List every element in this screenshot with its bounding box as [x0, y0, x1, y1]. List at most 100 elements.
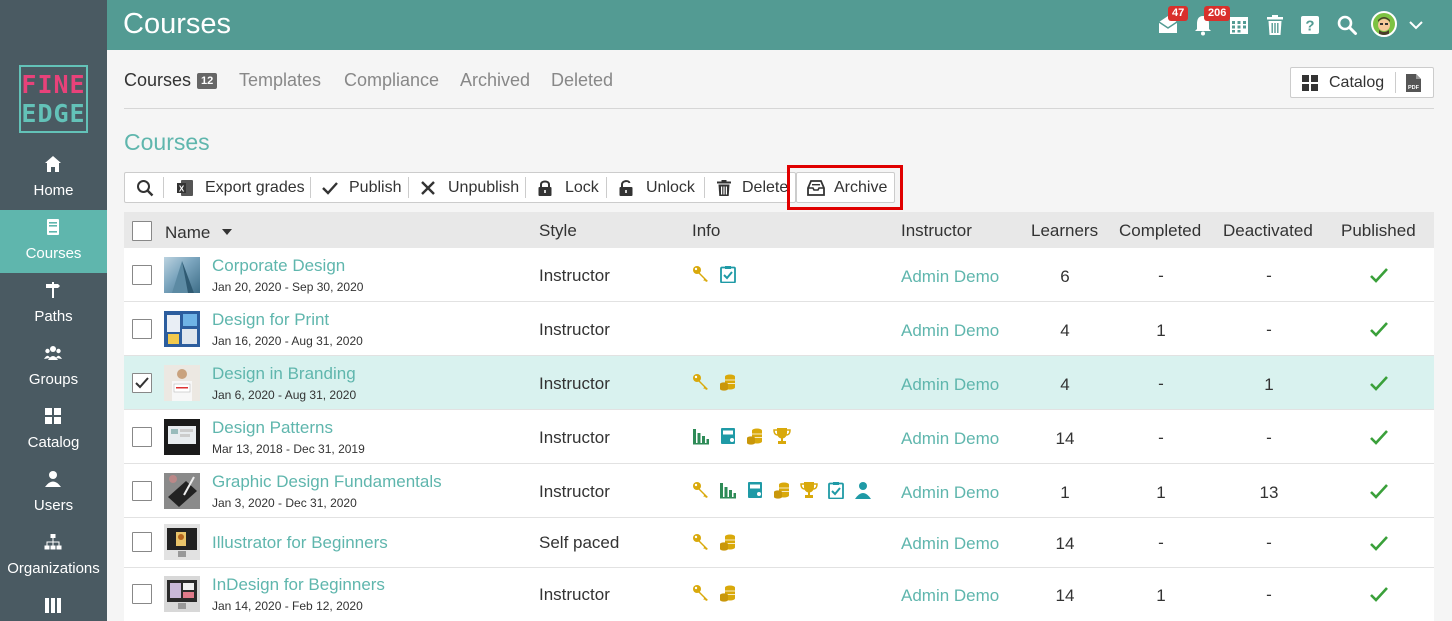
- published-check-icon: [1370, 484, 1388, 499]
- table-row[interactable]: Illustrator for Beginners Self paced Adm…: [124, 518, 1434, 568]
- course-thumbnail[interactable]: [164, 576, 200, 612]
- book-icon: [47, 219, 59, 235]
- sidebar-item-courses[interactable]: Courses: [0, 210, 107, 273]
- publish-button[interactable]: Publish: [312, 173, 408, 202]
- table-row[interactable]: Corporate Design Jan 20, 2020 - Sep 30, …: [124, 248, 1434, 302]
- tab-archived[interactable]: Archived: [460, 70, 530, 91]
- row-checkbox[interactable]: [132, 319, 152, 339]
- info-column-header[interactable]: Info: [692, 221, 720, 241]
- instructor-link[interactable]: Admin Demo: [901, 375, 999, 395]
- deactivated-column-header[interactable]: Deactivated: [1223, 221, 1313, 241]
- sidebar-item-more[interactable]: [0, 588, 107, 621]
- building-image-icon: [172, 261, 194, 293]
- export-grades-button[interactable]: X Export grades: [165, 173, 310, 202]
- instructor-link[interactable]: Admin Demo: [901, 586, 999, 606]
- lock-icon: [538, 180, 552, 196]
- published-column-header[interactable]: Published: [1341, 221, 1416, 241]
- course-thumbnail[interactable]: [164, 365, 200, 401]
- table-row[interactable]: Graphic Design Fundamentals Jan 3, 2020 …: [124, 464, 1434, 518]
- learners-count: 1: [1060, 483, 1070, 502]
- pdf-icon[interactable]: PDF: [1405, 73, 1422, 93]
- learners-count: 4: [1060, 321, 1070, 340]
- tab-deleted[interactable]: Deleted: [551, 70, 613, 91]
- learners-count: 14: [1055, 534, 1075, 553]
- avatar[interactable]: [1371, 11, 1397, 37]
- delete-button[interactable]: Delete: [706, 173, 796, 202]
- sidebar-item-home[interactable]: Home: [0, 147, 107, 210]
- divider: [163, 177, 164, 198]
- table-row[interactable]: Design for Print Jan 16, 2020 - Aug 31, …: [124, 302, 1434, 356]
- row-checkbox[interactable]: [132, 532, 152, 552]
- row-checkbox[interactable]: [132, 427, 152, 447]
- fine-edge-logo[interactable]: FINE EDGE: [19, 65, 88, 133]
- tab-courses[interactable]: Courses 12: [124, 70, 218, 91]
- instructor-link[interactable]: Admin Demo: [901, 267, 999, 287]
- row-checkbox[interactable]: [132, 481, 152, 501]
- select-all-checkbox[interactable]: [132, 221, 152, 241]
- row-checkbox[interactable]: [132, 265, 152, 285]
- deactivated-count: -: [1266, 266, 1272, 285]
- bar-chart-icon: [693, 429, 709, 445]
- sidebar-item-catalog[interactable]: Catalog: [0, 399, 107, 462]
- help-icon[interactable]: ?: [1299, 14, 1321, 36]
- catalog-button[interactable]: Catalog PDF: [1290, 67, 1434, 98]
- bar-chart-icon: [720, 483, 736, 499]
- course-name-link[interactable]: InDesign for Beginners: [212, 575, 385, 595]
- sidebar: FINE EDGE Home Courses Paths Groups Cata…: [0, 0, 107, 621]
- instructor-link[interactable]: Admin Demo: [901, 483, 999, 503]
- instructor-link[interactable]: Admin Demo: [901, 534, 999, 554]
- sidebar-item-organizations[interactable]: Organizations: [0, 525, 107, 588]
- grid-icon: [1302, 75, 1318, 91]
- learners-column-header[interactable]: Learners: [1031, 221, 1098, 241]
- chevron-down-icon[interactable]: [1407, 16, 1425, 34]
- coins-icon: [747, 428, 762, 445]
- row-checkbox[interactable]: [132, 373, 152, 393]
- coins-icon: [774, 482, 789, 499]
- tab-compliance[interactable]: Compliance: [344, 70, 439, 91]
- unpublish-button[interactable]: Unpublish: [410, 173, 525, 202]
- sidebar-item-groups[interactable]: Groups: [0, 336, 107, 399]
- calendar-icon[interactable]: [1228, 14, 1250, 36]
- trash-icon[interactable]: [1264, 14, 1286, 36]
- instructor-link[interactable]: Admin Demo: [901, 321, 999, 341]
- sidebar-item-users[interactable]: Users: [0, 462, 107, 525]
- key-icon: [693, 534, 708, 550]
- name-column-header[interactable]: Name: [165, 223, 232, 243]
- course-name-link[interactable]: Graphic Design Fundamentals: [212, 472, 442, 492]
- instructor-link[interactable]: Admin Demo: [901, 429, 999, 449]
- course-thumbnail[interactable]: [164, 473, 200, 509]
- style-column-header[interactable]: Style: [539, 221, 577, 241]
- completed-count: 1: [1156, 321, 1166, 340]
- catalog-button-label: Catalog: [1329, 74, 1385, 91]
- deactivated-count: 13: [1259, 483, 1279, 502]
- unlock-button[interactable]: Unlock: [608, 173, 704, 202]
- search-button[interactable]: [125, 173, 161, 202]
- svg-text:PDF: PDF: [1408, 85, 1420, 91]
- course-name-link[interactable]: Design in Branding: [212, 364, 356, 384]
- course-thumbnail[interactable]: [164, 257, 200, 293]
- course-thumbnail[interactable]: [164, 524, 200, 560]
- row-checkbox[interactable]: [132, 584, 152, 604]
- course-name-link[interactable]: Design for Print: [212, 310, 329, 330]
- lock-button[interactable]: Lock: [527, 173, 606, 202]
- home-icon: [45, 156, 61, 172]
- tab-templates[interactable]: Templates: [239, 70, 321, 91]
- instructor-column-header[interactable]: Instructor: [901, 221, 972, 241]
- bulk-actions-toolbar: X Export grades Publish Unpublish Lock U…: [124, 172, 796, 203]
- search-icon: [137, 180, 154, 197]
- publish-label: Publish: [349, 179, 402, 196]
- sidebar-item-paths[interactable]: Paths: [0, 273, 107, 336]
- course-name-link[interactable]: Illustrator for Beginners: [212, 533, 388, 553]
- course-name-link[interactable]: Corporate Design: [212, 256, 345, 276]
- course-thumbnail[interactable]: [164, 311, 200, 347]
- svg-text:?: ?: [1305, 18, 1314, 35]
- sort-down-icon: [222, 229, 232, 235]
- search-icon[interactable]: [1336, 14, 1358, 36]
- completed-column-header[interactable]: Completed: [1119, 221, 1201, 241]
- table-row[interactable]: InDesign for Beginners Jan 14, 2020 - Fe…: [124, 568, 1434, 621]
- table-row[interactable]: Design Patterns Mar 13, 2018 - Dec 31, 2…: [124, 410, 1434, 464]
- table-row[interactable]: Design in Branding Jan 6, 2020 - Aug 31,…: [124, 356, 1434, 410]
- course-thumbnail[interactable]: [164, 419, 200, 455]
- course-name-link[interactable]: Design Patterns: [212, 418, 333, 438]
- sidebar-item-label: Groups: [28, 371, 79, 388]
